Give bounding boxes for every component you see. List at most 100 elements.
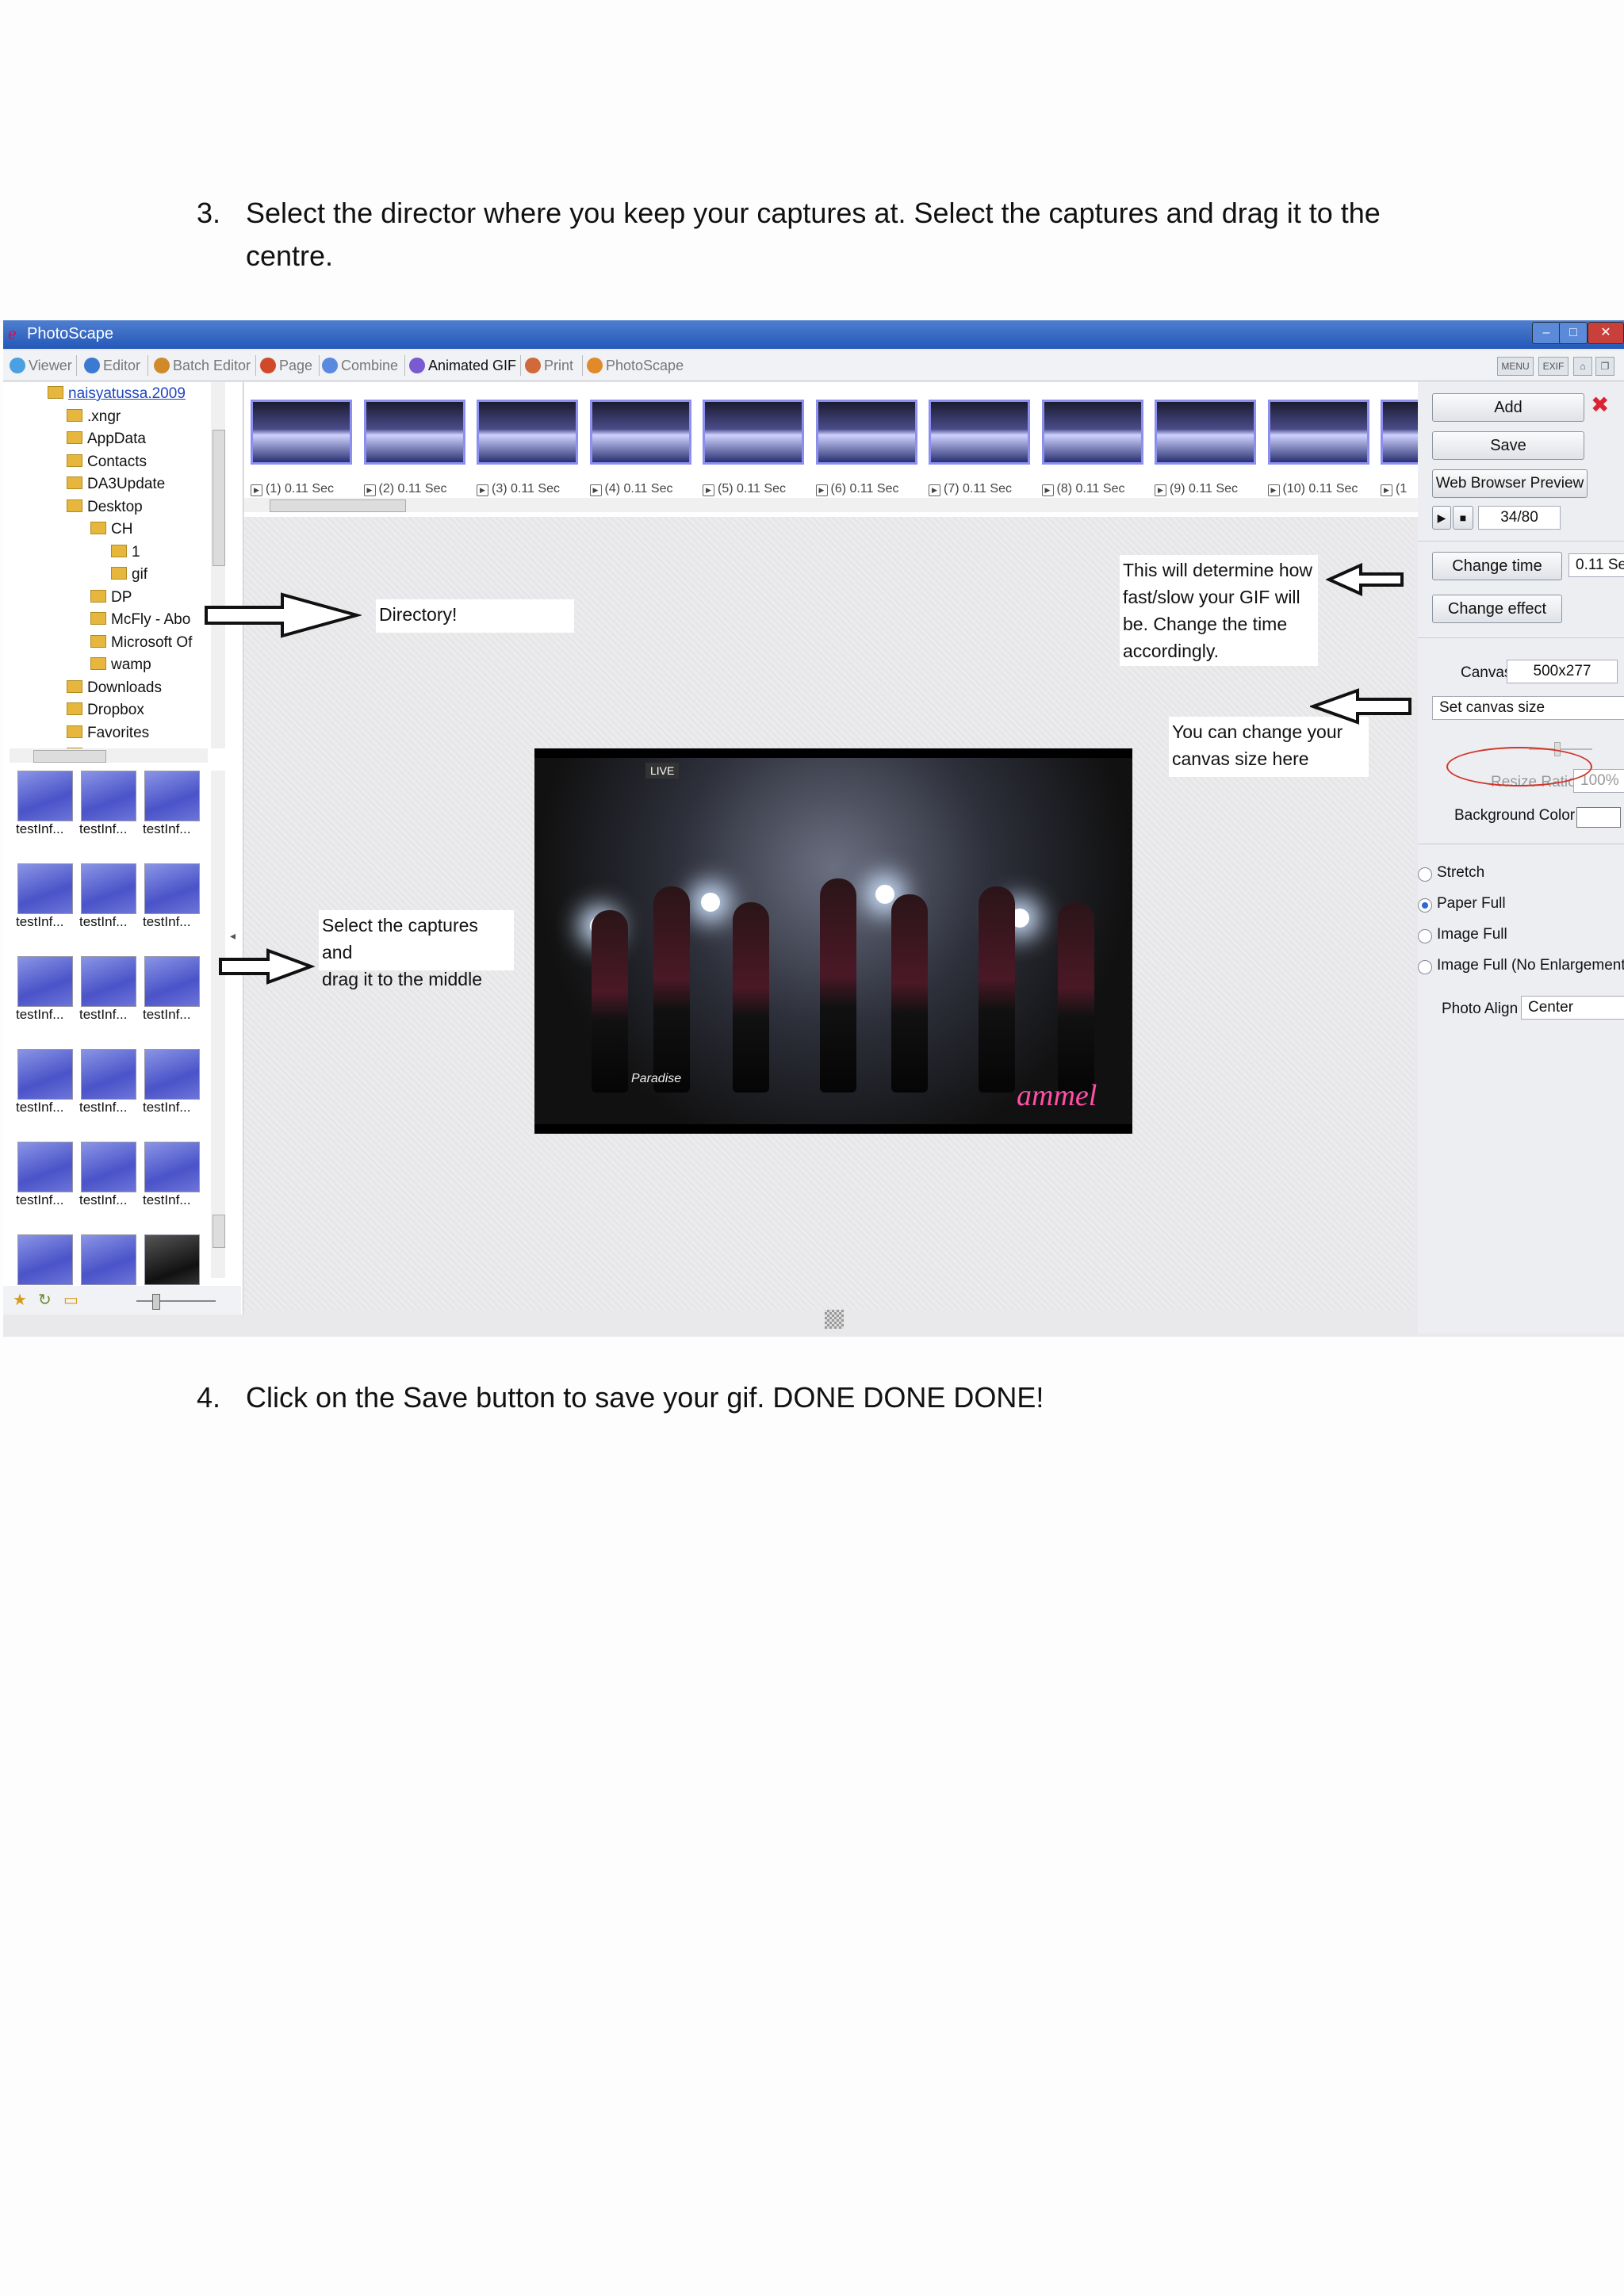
animation-frame[interactable] bbox=[363, 400, 465, 465]
minimize-button[interactable]: – bbox=[1532, 322, 1561, 344]
thumbnail[interactable]: testInf... bbox=[75, 1142, 136, 1227]
folder-icon[interactable]: ▭ bbox=[63, 1292, 79, 1308]
animation-frame[interactable] bbox=[1155, 400, 1256, 465]
animation-frame[interactable] bbox=[1381, 400, 1422, 465]
stop-icon[interactable]: ■ bbox=[1453, 506, 1473, 530]
fit-option-radio[interactable] bbox=[1418, 898, 1432, 913]
tree-item[interactable]: Downloads bbox=[67, 678, 162, 698]
thumbnail[interactable]: testInf... bbox=[11, 1142, 73, 1227]
tree-item[interactable]: .xngr bbox=[67, 407, 121, 427]
animation-frame[interactable] bbox=[1267, 400, 1369, 465]
thumbnail[interactable]: testInf... bbox=[75, 1049, 136, 1135]
tree-item[interactable]: McFly - Abo bbox=[90, 610, 190, 630]
frame-label[interactable]: ▶ (6) 0.11 Sec bbox=[815, 482, 898, 496]
set-canvas-size-dropdown[interactable]: Set canvas size bbox=[1432, 696, 1624, 720]
tab-batch-editor[interactable]: Batch Editor bbox=[152, 355, 251, 376]
background-color-swatch[interactable] bbox=[1576, 807, 1621, 828]
maximize-button[interactable]: □ bbox=[1559, 322, 1588, 344]
tree-item[interactable]: Contacts bbox=[67, 452, 147, 473]
thumbnail[interactable]: testInf... bbox=[138, 956, 200, 1042]
fit-option-radio[interactable] bbox=[1418, 960, 1432, 974]
exif-button[interactable]: EXIF bbox=[1538, 357, 1568, 376]
fit-option-radio[interactable] bbox=[1418, 929, 1432, 943]
tree-item[interactable]: Dropbox bbox=[67, 700, 144, 721]
tree-item[interactable]: CH bbox=[90, 519, 132, 540]
thumbnail[interactable]: testInf... bbox=[75, 863, 136, 949]
frame-label[interactable]: ▶ (10) 0.11 Sec bbox=[1267, 482, 1358, 496]
tab-combine[interactable]: Combine bbox=[320, 355, 398, 376]
thumbnail[interactable]: testInf... bbox=[11, 863, 73, 949]
thumbnail-size-slider[interactable] bbox=[136, 1294, 216, 1310]
animation-frame[interactable] bbox=[1041, 400, 1143, 465]
scrollbar-thumb[interactable] bbox=[213, 1215, 225, 1248]
scrollbar-thumb[interactable] bbox=[213, 430, 225, 566]
animation-frame[interactable] bbox=[251, 400, 352, 465]
tree-item[interactable]: DP bbox=[90, 587, 132, 608]
thumbnail[interactable]: testInf... bbox=[11, 771, 73, 856]
fit-option-radio[interactable] bbox=[1418, 867, 1432, 882]
window-icon[interactable]: ❐ bbox=[1595, 357, 1614, 376]
thumbnail[interactable]: testInf... bbox=[75, 771, 136, 856]
refresh-icon[interactable]: ↻ bbox=[38, 1292, 54, 1308]
play-icon[interactable]: ▶ bbox=[1432, 506, 1451, 530]
menu-button[interactable]: MENU bbox=[1497, 357, 1534, 376]
tab-animated-gif[interactable]: Animated GIF bbox=[408, 355, 516, 376]
frame-label[interactable]: ▶ (1 bbox=[1381, 482, 1407, 496]
thumbnail-scrollbar[interactable] bbox=[211, 771, 225, 1278]
slider-knob[interactable] bbox=[152, 1294, 160, 1310]
tree-item[interactable]: gif bbox=[111, 564, 147, 585]
animation-frame[interactable] bbox=[929, 400, 1030, 465]
frame-label[interactable]: ▶ (5) 0.11 Sec bbox=[703, 482, 786, 496]
animation-frame[interactable] bbox=[815, 400, 917, 465]
thumbnail[interactable]: testInf... bbox=[11, 1049, 73, 1135]
scrollbar-thumb[interactable] bbox=[33, 750, 106, 763]
change-effect-button[interactable]: Change effect bbox=[1432, 595, 1562, 623]
animation-frame[interactable] bbox=[477, 400, 578, 465]
folder-icon bbox=[67, 431, 82, 444]
tree-item[interactable]: 1 bbox=[111, 542, 140, 563]
resize-grip-icon[interactable] bbox=[825, 1310, 844, 1329]
frame-label[interactable]: ▶ (1) 0.11 Sec bbox=[251, 482, 334, 496]
thumbnail[interactable]: testInf... bbox=[11, 956, 73, 1042]
frame-label[interactable]: ▶ (7) 0.11 Sec bbox=[929, 482, 1012, 496]
tree-item[interactable]: Desktop bbox=[67, 497, 143, 518]
close-button[interactable]: ✕ bbox=[1588, 322, 1624, 344]
thumbnail[interactable]: testInf... bbox=[138, 1142, 200, 1227]
tab-page[interactable]: Page bbox=[259, 355, 312, 376]
tree-item[interactable]: AppData bbox=[67, 429, 146, 450]
frame-label[interactable]: ▶ (3) 0.11 Sec bbox=[477, 482, 560, 496]
time-value-field[interactable]: 0.11 Sec bbox=[1568, 553, 1624, 577]
animation-frame[interactable] bbox=[589, 400, 691, 465]
photo-align-dropdown[interactable]: Center bbox=[1521, 996, 1624, 1020]
tree-horizontal-scrollbar[interactable] bbox=[10, 748, 208, 763]
tree-item[interactable]: naisyatussa.2009 bbox=[48, 384, 186, 404]
delete-icon[interactable]: ✖ bbox=[1591, 393, 1609, 417]
animation-frame[interactable] bbox=[703, 400, 804, 465]
star-icon[interactable]: ★ bbox=[13, 1292, 29, 1308]
frame-label[interactable]: ▶ (2) 0.11 Sec bbox=[363, 482, 446, 496]
home-icon[interactable]: ⌂ bbox=[1573, 357, 1592, 376]
frame-label[interactable]: ▶ (4) 0.11 Sec bbox=[589, 482, 672, 496]
tree-item[interactable]: Favorites bbox=[67, 723, 149, 744]
tab-print[interactable]: Print bbox=[523, 355, 573, 376]
tab-editor[interactable]: Editor bbox=[82, 355, 140, 376]
save-button[interactable]: Save bbox=[1432, 431, 1584, 460]
web-browser-preview-button[interactable]: Web Browser Preview bbox=[1432, 469, 1588, 498]
tab-photoscape[interactable]: PhotoScape bbox=[585, 355, 684, 376]
change-time-button[interactable]: Change time bbox=[1432, 552, 1562, 580]
thumbnail[interactable]: testInf... bbox=[138, 1049, 200, 1135]
tree-item[interactable]: DA3Update bbox=[67, 474, 165, 495]
thumbnail[interactable]: testInf... bbox=[75, 956, 136, 1042]
tree-item[interactable]: wamp bbox=[90, 655, 151, 675]
scrollbar-thumb[interactable] bbox=[270, 499, 406, 512]
frame-play-icon: ▶ bbox=[477, 484, 488, 496]
thumbnail[interactable]: testInf... bbox=[138, 771, 200, 856]
tree-item[interactable]: Microsoft Of bbox=[90, 633, 192, 653]
add-button[interactable]: Add bbox=[1432, 393, 1584, 422]
tree-scrollbar[interactable] bbox=[211, 382, 225, 748]
frame-label[interactable]: ▶ (9) 0.11 Sec bbox=[1155, 482, 1238, 496]
frame-label[interactable]: ▶ (8) 0.11 Sec bbox=[1041, 482, 1124, 496]
tab-viewer[interactable]: Viewer bbox=[8, 355, 72, 376]
frame-strip-scrollbar[interactable] bbox=[244, 498, 1418, 512]
thumbnail[interactable]: testInf... bbox=[138, 863, 200, 949]
